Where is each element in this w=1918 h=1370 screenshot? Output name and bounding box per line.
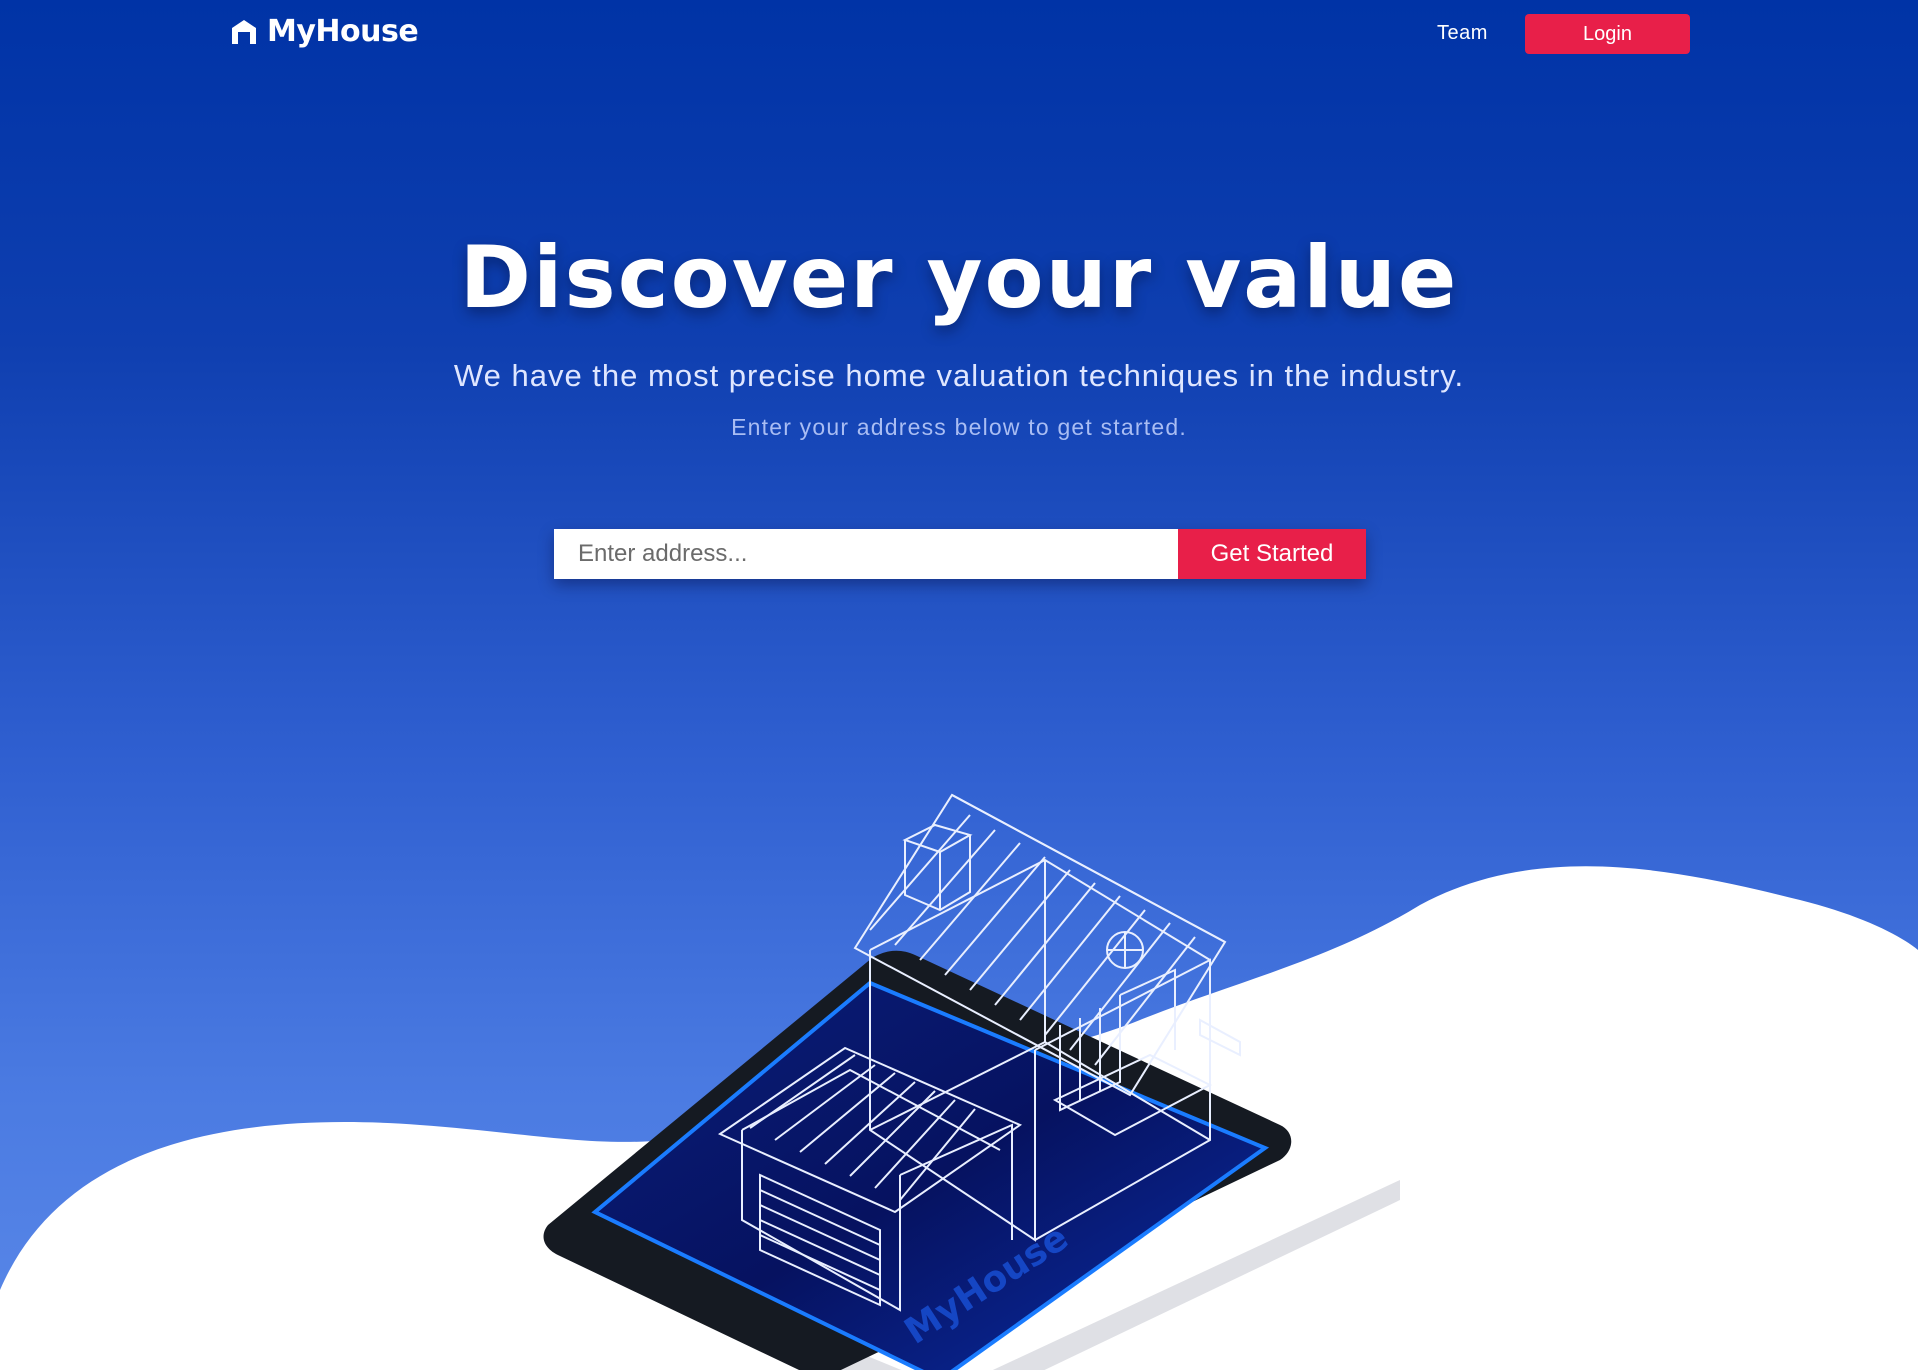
address-input[interactable] bbox=[554, 529, 1178, 579]
address-search-form: Get Started bbox=[554, 529, 1366, 579]
top-navbar: MyHouse Team Login bbox=[0, 0, 1918, 70]
hero-tagline: Enter your address below to get started. bbox=[731, 414, 1187, 440]
hero-title: Discover your value bbox=[459, 228, 1459, 328]
brand-name: MyHouse bbox=[267, 14, 419, 49]
nav-link-team[interactable]: Team bbox=[1437, 22, 1488, 45]
get-started-button[interactable]: Get Started bbox=[1178, 529, 1366, 579]
brand-logo[interactable]: MyHouse bbox=[229, 14, 419, 49]
house-icon bbox=[232, 19, 256, 44]
hero-subtitle: We have the most precise home valuation … bbox=[453, 358, 1465, 393]
house-on-tablet-illustration: MyHouse bbox=[543, 793, 1400, 1370]
login-button[interactable]: Login bbox=[1525, 14, 1690, 54]
